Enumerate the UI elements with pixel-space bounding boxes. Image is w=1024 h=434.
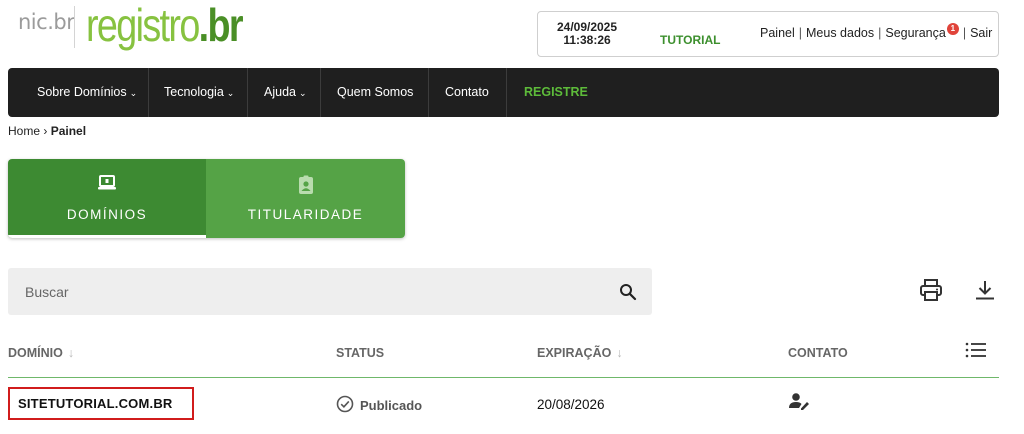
tab-dominios[interactable]: DOMÍNIOS [8, 159, 206, 238]
painel-link[interactable]: Painel [760, 26, 795, 40]
logo-divider [74, 6, 75, 48]
nav-divider [428, 68, 429, 117]
datetime-display: 24/09/2025 11:38:26 [556, 21, 618, 47]
nav-ajuda[interactable]: Ajuda ⌄ [264, 68, 307, 117]
link-separator: | [798, 26, 802, 40]
user-header-box: 24/09/2025 11:38:26 TUTORIAL Painel | Meus… [537, 11, 999, 57]
print-icon[interactable] [919, 279, 943, 306]
status-text: Publicado [360, 398, 423, 413]
column-header-domain[interactable]: DOMÍNIO ↓ [8, 346, 74, 360]
user-links: Painel | Meus dados | Segurança 1 | Sair [760, 23, 992, 41]
search-icon[interactable] [619, 283, 637, 306]
registro-br-logo[interactable]: registro.br [86, 0, 244, 52]
sort-arrow-down-icon: ↓ [67, 346, 75, 360]
nav-sobre-dominios[interactable]: Sobre Domínios ⌄ [37, 68, 137, 117]
column-list-icon[interactable] [965, 341, 987, 364]
nav-registre[interactable]: REGISTRE [524, 68, 588, 117]
breadcrumb-current: Painel [50, 124, 87, 138]
notification-badge: 1 [946, 23, 959, 35]
tab-titularidade-label: TITULARIDADE [247, 207, 364, 222]
nav-divider [506, 68, 507, 117]
nav-divider [247, 68, 248, 117]
nav-tecnologia[interactable]: Tecnologia ⌄ [164, 68, 234, 117]
badge-icon [296, 175, 316, 200]
download-icon[interactable] [974, 279, 996, 306]
chevron-down-icon: ⌄ [298, 88, 307, 98]
chevron-down-icon: ⌄ [129, 88, 138, 98]
column-header-expiration[interactable]: EXPIRAÇÃO ↓ [537, 346, 623, 360]
link-separator: | [878, 26, 882, 40]
column-header-contact: CONTATO [788, 346, 848, 360]
expiration-date: 20/08/2026 [537, 397, 605, 412]
tab-dominios-label: DOMÍNIOS [66, 207, 148, 222]
sort-arrow-down-icon: ↓ [616, 346, 623, 360]
meus-dados-link[interactable]: Meus dados [806, 26, 874, 40]
nav-divider [148, 68, 149, 117]
search-bar [8, 268, 652, 315]
section-tabs: DOMÍNIOS TITULARIDADE [8, 159, 405, 238]
nav-contato[interactable]: Contato [445, 68, 489, 117]
chevron-down-icon: ⌄ [226, 88, 235, 98]
check-circle-icon [336, 395, 354, 416]
breadcrumb-separator: › [43, 124, 48, 138]
time-text: 11:38:26 [563, 33, 611, 47]
sair-link[interactable]: Sair [970, 26, 992, 40]
column-header-status: STATUS [336, 346, 385, 360]
link-separator: | [962, 26, 967, 40]
status-cell: Publicado [336, 395, 422, 416]
search-input[interactable] [8, 268, 608, 315]
seguranca-label: Segurança [885, 26, 946, 40]
user-edit-icon[interactable] [788, 392, 810, 415]
breadcrumb-home[interactable]: Home [8, 124, 40, 138]
nic-br-logo[interactable]: nic.br [18, 10, 75, 34]
mode-label: TUTORIAL [660, 33, 721, 47]
tab-titularidade[interactable]: TITULARIDADE [206, 159, 405, 238]
table-header-divider [8, 377, 999, 378]
nav-divider [320, 68, 321, 117]
main-nav: Sobre Domínios ⌄ Tecnologia ⌄ Ajuda ⌄ Quem … [8, 68, 999, 117]
seguranca-link[interactable]: Segurança 1 [885, 23, 959, 40]
breadcrumb: Home › Painel [8, 124, 86, 138]
laptop-icon [97, 175, 117, 196]
nav-quem-somos[interactable]: Quem Somos [337, 68, 413, 117]
active-tab-indicator [8, 235, 206, 238]
domain-link[interactable]: SITETUTORIAL.COM.BR [8, 387, 194, 420]
